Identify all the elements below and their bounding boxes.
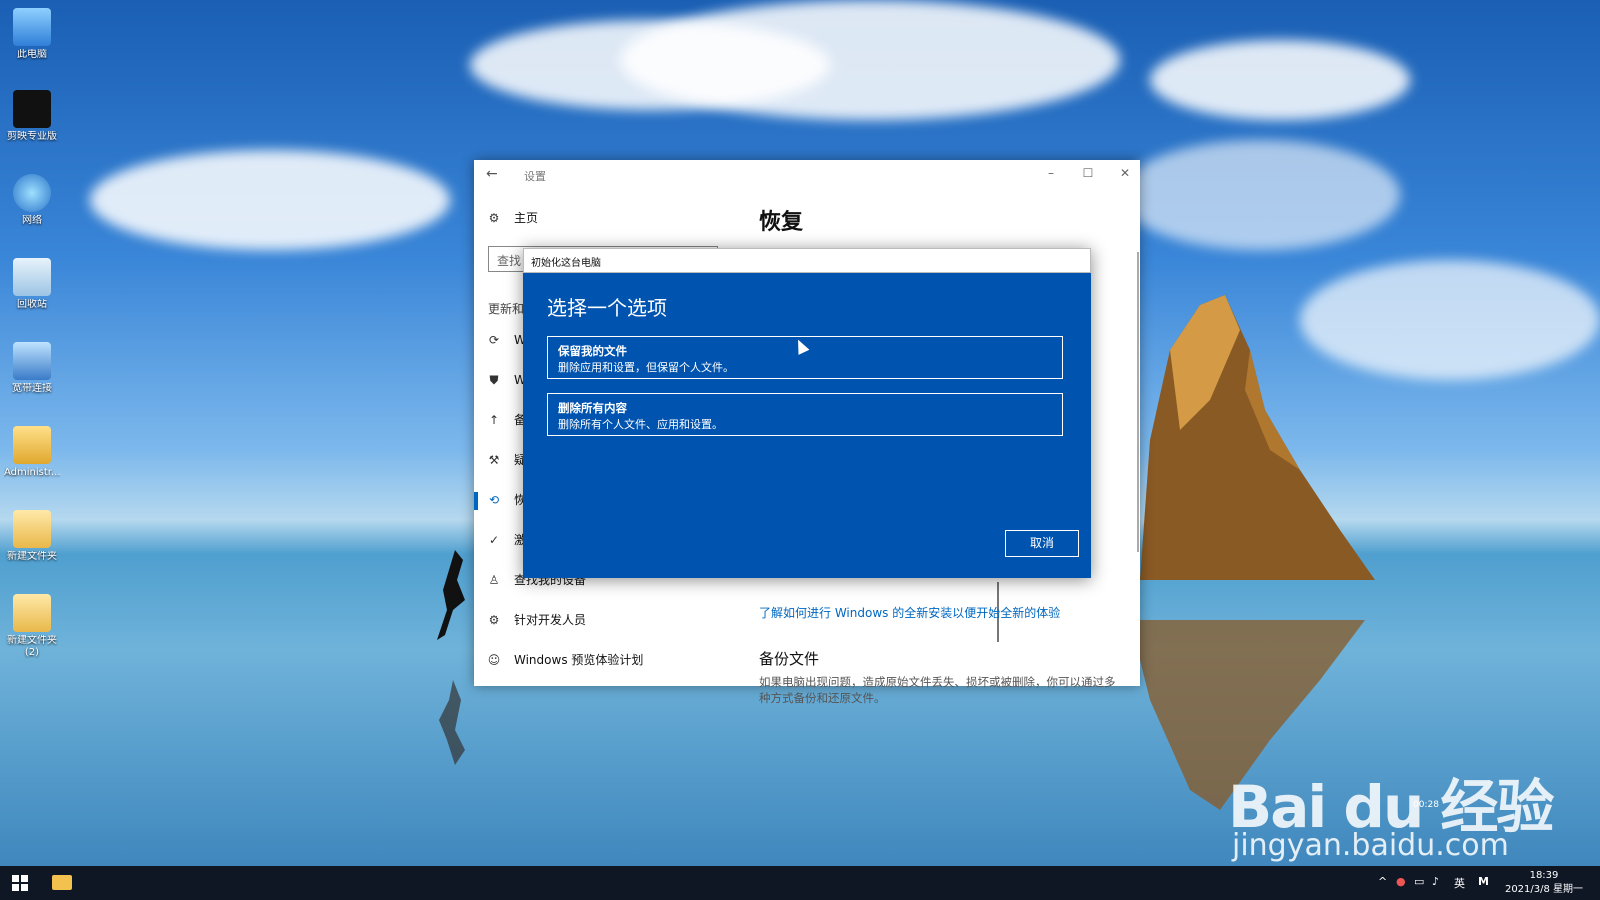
cloud <box>1120 140 1400 250</box>
reset-pc-dialog: 初始化这台电脑 选择一个选项 保留我的文件 删除应用和设置，但保留个人文件。 删… <box>523 248 1091 578</box>
volume-icon[interactable]: ♪ <box>1432 875 1439 888</box>
sidebar-item-windows-update[interactable]: ⟳ W <box>486 328 526 352</box>
active-indicator <box>474 492 478 510</box>
sidebar-item-recovery[interactable]: ⟲ 恢 <box>486 488 526 512</box>
history-icon: ⟲ <box>488 493 500 507</box>
sidebar-item-troubleshoot[interactable]: ⚒ 疑 <box>486 448 526 472</box>
desktop-icon-label: Administr... <box>4 467 60 478</box>
scrollbar[interactable] <box>1137 252 1139 552</box>
desktop-icon-recycle-bin[interactable]: 回收站 <box>4 258 60 311</box>
network-icon <box>13 174 51 212</box>
backup-files-text: 如果电脑出现问题，造成原始文件丢失、损坏或被删除，你可以通过多种方式备份和还原文… <box>759 675 1116 705</box>
capcut-icon <box>13 90 51 128</box>
system-clock[interactable]: 18:39 2021/3/8 星期一 <box>1504 869 1584 897</box>
sidebar-item-label: 主页 <box>514 211 539 225</box>
desktop-icon-label: 剪映专业版 <box>7 131 57 142</box>
tray-chevron-icon[interactable]: ^ <box>1378 875 1387 888</box>
user-folder-icon <box>13 426 51 464</box>
search-placeholder: 查找 <box>497 254 522 268</box>
insider-icon: ☺ <box>487 653 501 667</box>
input-language[interactable]: 英 <box>1454 875 1465 891</box>
rock-formation <box>1140 295 1375 580</box>
folder-icon <box>13 510 51 548</box>
watermark-timestamp: 00:28 <box>1413 800 1439 810</box>
desktop-icon-label: 此电脑 <box>17 49 47 60</box>
back-arrow-icon[interactable]: ← <box>486 166 498 182</box>
check-circle-icon: ✓ <box>488 533 500 547</box>
cancel-button[interactable]: 取消 <box>1005 530 1079 557</box>
fresh-start-link[interactable]: 了解如何进行 Windows 的全新安装以便开始全新的体验 <box>759 604 1060 621</box>
gear-icon: ⚙ <box>488 211 500 225</box>
folder-icon <box>13 594 51 632</box>
sync-icon: ⟳ <box>488 333 500 347</box>
upload-icon: ↑ <box>488 413 500 427</box>
wrench-icon: ⚒ <box>488 453 500 467</box>
desktop-icon-this-pc[interactable]: 此电脑 <box>4 8 60 61</box>
desktop-icon-label-line2: (2) <box>24 647 40 658</box>
close-button[interactable]: ✕ <box>1114 166 1136 184</box>
cloud <box>90 150 450 250</box>
file-explorer-icon[interactable] <box>52 875 72 890</box>
broadband-icon <box>13 342 51 380</box>
dialog-title: 初始化这台电脑 <box>531 258 601 269</box>
backup-files-heading: 备份文件 <box>759 650 820 668</box>
desktop-icon-label: 回收站 <box>17 299 47 310</box>
cloud <box>620 0 1120 120</box>
shield-icon: ⛊ <box>489 373 499 387</box>
window-titlebar: ← 设置 – ☐ ✕ <box>474 160 1140 192</box>
desktop-icon-capcut[interactable]: 剪映专业版 <box>4 90 60 143</box>
minimize-button[interactable]: – <box>1040 166 1062 184</box>
page-title: 恢复 <box>759 210 804 235</box>
clock-time: 18:39 <box>1529 870 1559 881</box>
sidebar-item-windows-security[interactable]: ⛊ W <box>486 368 525 392</box>
recycle-bin-icon <box>13 258 51 296</box>
option-description: 删除所有个人文件、应用和设置。 <box>558 418 723 431</box>
option-title: 删除所有内容 <box>558 401 627 415</box>
desktop-icon-label: 网络 <box>22 215 42 226</box>
taskbar: ^ ● ▭ ♪ 英 M 18:39 2021/3/8 星期一 <box>0 866 1600 900</box>
desktop-icon-label: 新建文件夹 <box>7 635 57 646</box>
desktop-icon-administrator[interactable]: Administr... <box>4 426 60 479</box>
sidebar-item-label: 针对开发人员 <box>514 613 587 627</box>
desktop-icon-new-folder[interactable]: 新建文件夹 <box>4 510 60 563</box>
runner-silhouette <box>437 550 465 765</box>
sidebar-category-label: 更新和 <box>488 302 525 316</box>
network-tray-icon[interactable]: ▭ <box>1414 875 1424 888</box>
sidebar-item-backup[interactable]: ↑ 备 <box>486 408 526 432</box>
watermark-url: jingyan.baidu.com <box>1232 828 1509 863</box>
dialog-titlebar: 初始化这台电脑 <box>523 248 1091 273</box>
sidebar-item-label: Windows 预览体验计划 <box>514 653 644 667</box>
sidebar-item-insider-program[interactable]: ☺ Windows 预览体验计划 <box>486 648 644 672</box>
remove-everything-option[interactable]: 删除所有内容 删除所有个人文件、应用和设置。 <box>547 393 1063 436</box>
computer-icon <box>13 8 51 46</box>
windows-start-icon[interactable] <box>12 875 28 891</box>
sidebar-item-home[interactable]: ⚙ 主页 <box>486 206 538 230</box>
desktop-icon-new-folder-2[interactable]: 新建文件夹 (2) <box>4 594 60 659</box>
clock-date: 2021/3/8 星期一 <box>1504 884 1584 895</box>
desktop-icon-label: 宽带连接 <box>12 383 52 394</box>
sidebar-item-for-developers[interactable]: ⚙ 针对开发人员 <box>486 608 586 632</box>
option-description: 删除应用和设置，但保留个人文件。 <box>558 361 734 374</box>
cloud <box>1150 40 1410 120</box>
option-title: 保留我的文件 <box>558 344 627 358</box>
desktop-icon-broadband[interactable]: 宽带连接 <box>4 342 60 395</box>
dialog-heading: 选择一个选项 <box>547 296 667 320</box>
desktop-icon-label: 新建文件夹 <box>7 551 57 562</box>
ime-icon[interactable]: M <box>1478 875 1489 888</box>
tools-icon: ⚙ <box>488 613 500 627</box>
sidebar-item-activation[interactable]: ✓ 激 <box>486 528 526 552</box>
desktop-icon-network[interactable]: 网络 <box>4 174 60 227</box>
person-icon: ♙ <box>488 573 500 587</box>
tray-app-icon[interactable]: ● <box>1396 875 1406 888</box>
maximize-button[interactable]: ☐ <box>1077 166 1099 184</box>
window-title: 设置 <box>524 170 546 183</box>
